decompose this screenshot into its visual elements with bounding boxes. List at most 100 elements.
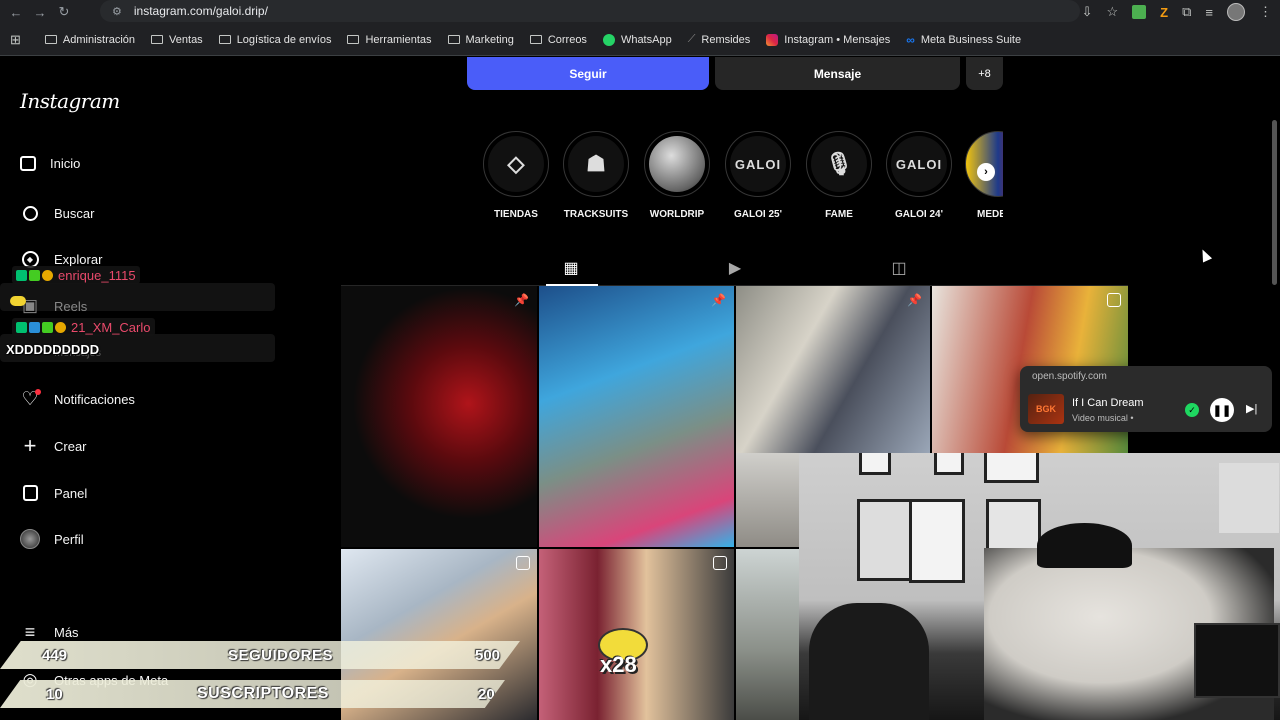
folder-icon [447,35,460,44]
extensions-puzzle-icon[interactable]: ⧉ [1182,4,1191,20]
folder-icon [529,35,542,44]
nav-reels[interactable]: ▣ Reels [20,296,87,316]
story-highlight[interactable]: ◇ TIENDAS [481,131,551,220]
reels-tab-icon[interactable]: ▶ [725,258,745,278]
chat-badge-icon [55,321,66,333]
bookmark-item[interactable]: Instagram • Mensajes [766,33,890,46]
reel-icon [713,556,727,570]
chat-message: 21_XM_Carlo [12,318,155,336]
story-highlight[interactable]: WORLDRIP [642,131,712,220]
microphone-icon: 🎙 [811,136,867,192]
story-highlight[interactable]: ☗ TRACKSUITS [561,131,631,220]
bookmark-item[interactable]: ∞ Meta Business Suite [906,33,1021,47]
instagram-logo[interactable]: Instagram [20,89,120,113]
subscriber-label: SUSCRIPTORES [197,685,329,702]
chat-badge-icon [42,269,53,281]
media-popup[interactable]: open.spotify.com BGK If I Can Dream Vide… [1020,366,1272,432]
subscriber-count: 10 [46,685,63,703]
folder-icon [347,35,360,44]
nav-more[interactable]: ≡ Más [20,622,79,642]
chat-username: enrique_1115 [58,267,136,283]
extension-icon[interactable] [1132,5,1147,19]
bookmark-item[interactable]: ⟋ Remsides [688,33,751,46]
bookmark-item[interactable]: Correos [529,34,587,46]
follow-button[interactable]: Seguir [467,57,709,90]
post-thumbnail[interactable]: 📌 [736,286,930,453]
posts-grid-icon[interactable]: ▦ [561,258,581,278]
next-track-icon[interactable]: ▶| [1246,402,1257,415]
profile-avatar-icon[interactable] [1227,3,1245,21]
plus-icon: + [23,433,37,458]
wall-frame [909,499,965,583]
nav-profile[interactable]: Perfil [20,529,84,549]
globe-icon [649,136,705,192]
compass-icon: ◆ [21,250,39,268]
profile-avatar [20,529,40,549]
story-highlight[interactable]: 🎙 FAME [804,131,874,220]
url-text: instagram.com/galoi.drip/ [133,4,268,18]
folder-icon [218,35,231,44]
whatsapp-icon [602,33,615,46]
bookmark-item[interactable]: Administración [44,34,135,46]
nav-search[interactable]: Buscar [20,203,94,223]
home-icon [20,156,36,171]
bookmark-star-icon[interactable]: ☆ [1107,4,1119,20]
scrollbar-thumb[interactable] [1272,120,1277,285]
bookmark-item[interactable]: Herramientas [347,34,432,46]
folder-icon [44,35,57,44]
address-bar[interactable]: ⚙ instagram.com/galoi.drip/ [100,0,1080,22]
back-icon[interactable]: ← [4,0,28,24]
message-button[interactable]: Mensaje [715,57,960,90]
chat-badge-icon [42,321,53,333]
wall-frame [934,453,964,475]
pause-icon[interactable]: ❚❚ [1210,398,1234,422]
chat-username: 21_XM_Carlo [71,319,151,335]
bookmark-item[interactable]: Ventas [151,34,203,46]
media-control-icon[interactable]: ≡ [1205,5,1213,20]
extension-icon[interactable]: Z [1160,5,1168,20]
nav-dashboard[interactable]: Panel [20,483,87,503]
emote-multiplier: x28 [600,652,637,677]
tracksuit-icon: ☗ [568,136,624,192]
search-icon [22,205,38,221]
wall-frame [859,453,891,475]
install-icon[interactable]: ⇩ [1082,4,1093,20]
song-subtitle: Video musical • [1072,413,1134,423]
meta-icon: ∞ [906,32,915,47]
suggested-users-button[interactable]: +8 [966,57,1003,90]
post-thumbnail[interactable] [736,453,799,547]
mouse-cursor [1197,247,1213,263]
wall-frame [984,453,1039,483]
apps-grid-icon[interactable]: ⊞ [10,32,21,48]
heart-icon: ♡ [20,389,41,410]
chat-badge-icon [16,269,27,281]
pin-icon: 📌 [514,293,529,307]
wall-frame [857,499,917,581]
chat-badge-icon [29,321,40,333]
song-title: If I Can Dream [1072,397,1144,409]
menu-kebab-icon[interactable]: ⋮ [1259,4,1272,20]
browser-toolbar: ← → ↻ ⚙ instagram.com/galoi.drip/ ⇩ ☆ Z … [0,0,1280,24]
nav-home[interactable]: Inicio [20,156,80,171]
nav-notifications[interactable]: ♡ Notificaciones [20,389,134,410]
chevron-right-icon[interactable]: › [977,163,995,181]
post-thumbnail[interactable] [736,549,799,720]
saved-check-icon[interactable]: ✓ [1185,403,1199,417]
story-highlight[interactable]: GALOI GALOI 25' [723,131,793,220]
site-info-icon[interactable]: ⚙ [112,5,122,18]
bookmark-item[interactable]: Marketing [447,34,514,46]
story-highlight[interactable]: GALOI GALOI 24' [884,131,954,220]
post-thumbnail[interactable]: 📌 [341,286,537,547]
reel-icon [516,556,530,570]
bookmark-item[interactable]: WhatsApp [602,33,672,46]
page-scrollbar[interactable] [1270,60,1278,720]
monitor [1194,623,1280,698]
nav-create[interactable]: + Crear [20,433,87,458]
bookmark-item[interactable]: Logística de envíos [218,34,331,46]
reload-icon[interactable]: ↻ [52,0,76,24]
cap [1037,523,1132,568]
forward-icon[interactable]: → [28,0,52,24]
post-thumbnail[interactable]: 📌 [539,286,734,547]
tagged-tab-icon[interactable]: ◫ [889,258,909,278]
hamburger-menu-icon: ≡ [24,621,36,642]
